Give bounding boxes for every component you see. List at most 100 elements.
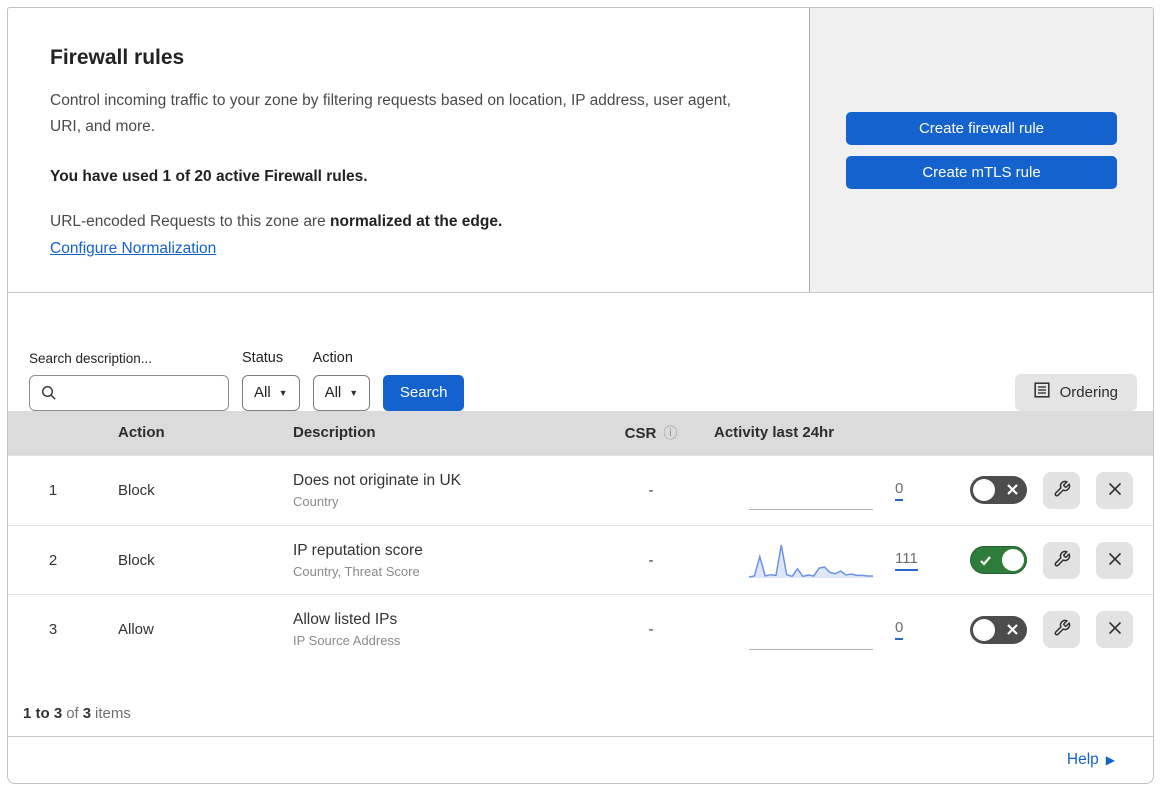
- rule-enabled-toggle[interactable]: [970, 546, 1027, 575]
- activity-sparkline-empty: [749, 470, 873, 511]
- firewall-rules-card: Firewall rules Control incoming traffic …: [7, 7, 1154, 784]
- search-group: Search description...: [29, 351, 229, 411]
- close-icon: [1107, 481, 1123, 500]
- rule-fields: IP Source Address: [293, 633, 401, 649]
- table-row: 2 Block IP reputation score Country, Thr…: [8, 524, 1153, 595]
- action-filter-group: Action All ▼: [312, 349, 371, 411]
- search-label: Search description...: [29, 350, 153, 366]
- rule-controls: [946, 541, 1153, 579]
- close-icon: [1107, 551, 1123, 570]
- help-link-label: Help: [1066, 751, 1099, 769]
- rule-description[interactable]: Does not originate in UK: [293, 472, 596, 490]
- column-activity: Activity last 24hr: [714, 424, 835, 442]
- rule-description-cell: Does not originate in UK Country: [268, 472, 596, 509]
- activity-sparkline: [749, 540, 873, 580]
- rule-activity-cell: 0: [706, 610, 946, 650]
- rule-activity-cell: 111: [706, 540, 946, 580]
- rule-priority: 3: [48, 621, 58, 639]
- filter-bar: Search description... Status All ▼ Action…: [8, 293, 1153, 411]
- toggle-knob: [973, 618, 995, 641]
- normalization-note: URL-encoded Requests to this zone are no…: [50, 213, 767, 231]
- create-firewall-rule-button[interactable]: Create firewall rule: [846, 111, 1117, 145]
- table-row: 1 Block Does not originate in UK Country…: [8, 454, 1153, 525]
- delete-rule-button[interactable]: [1096, 611, 1133, 649]
- rule-description-cell: IP reputation score Country, Threat Scor…: [268, 542, 596, 579]
- wrench-icon: [1053, 480, 1071, 501]
- toggle-off-x-icon: [1006, 483, 1019, 501]
- rule-csr-value: -: [648, 551, 654, 569]
- delete-rule-button[interactable]: [1096, 541, 1133, 579]
- status-filter-group: Status All ▼: [242, 350, 300, 411]
- action-label: Action: [312, 349, 353, 366]
- rule-description[interactable]: Allow listed IPs: [293, 611, 596, 629]
- status-label: Status: [242, 349, 284, 366]
- pagination-of: of: [66, 705, 79, 723]
- rule-description[interactable]: IP reputation score: [293, 542, 596, 560]
- rule-enabled-toggle[interactable]: [970, 615, 1027, 644]
- normalization-note-text: URL-encoded Requests to this zone are: [50, 212, 331, 230]
- table-row: 3 Allow Allow listed IPs IP Source Addre…: [8, 594, 1153, 664]
- edit-rule-button[interactable]: [1043, 471, 1080, 509]
- rule-csr-value: -: [648, 481, 654, 499]
- cta-panel: Create firewall rule Create mTLS rule: [809, 8, 1153, 293]
- search-icon: [41, 385, 57, 406]
- rule-fields: Country, Threat Score: [293, 563, 420, 579]
- column-csr-label: CSR: [624, 424, 657, 442]
- activity-count-link[interactable]: 111: [895, 550, 918, 571]
- column-csr: CSR ⓘ: [596, 423, 706, 443]
- activity-count-link[interactable]: 0: [895, 619, 904, 641]
- pagination-summary: 1 to 3 of 3 items: [8, 664, 1153, 736]
- delete-rule-button[interactable]: [1096, 471, 1133, 509]
- action-dropdown[interactable]: All ▼: [312, 374, 371, 411]
- wrench-icon: [1053, 550, 1071, 571]
- help-link[interactable]: Help ▶: [1067, 751, 1115, 769]
- rule-csr-value: -: [648, 621, 654, 639]
- column-description: Description: [293, 424, 376, 442]
- normalization-note-bold: normalized at the edge.: [330, 212, 503, 230]
- create-mtls-rule-button[interactable]: Create mTLS rule: [846, 155, 1117, 189]
- pagination-total: 3: [82, 705, 92, 723]
- rule-action: Block: [118, 551, 155, 569]
- configure-normalization-link[interactable]: Configure Normalization: [50, 240, 216, 258]
- status-dropdown-value: All: [254, 384, 271, 402]
- top-section: Firewall rules Control incoming traffic …: [8, 8, 1153, 294]
- activity-sparkline-empty: [749, 610, 873, 650]
- rule-priority: 1: [48, 481, 58, 499]
- rule-action: Allow: [118, 621, 154, 639]
- info-icon[interactable]: ⓘ: [663, 425, 677, 441]
- column-action: Action: [118, 424, 165, 442]
- ordering-button-label: Ordering: [1059, 383, 1118, 401]
- toggle-knob: [973, 479, 995, 502]
- rule-priority: 2: [48, 551, 58, 569]
- rule-enabled-toggle[interactable]: [970, 476, 1027, 505]
- action-dropdown-value: All: [324, 384, 342, 402]
- chevron-down-icon: ▼: [278, 387, 288, 398]
- edit-rule-button[interactable]: [1043, 541, 1080, 579]
- table-header: Action Description CSR ⓘ Activity last 24…: [8, 410, 1153, 455]
- rule-controls: [946, 471, 1153, 509]
- pagination-range: 1 to 3: [23, 705, 63, 723]
- toggle-on-check-icon: [979, 554, 992, 572]
- close-icon: [1107, 620, 1123, 639]
- edit-rule-button[interactable]: [1043, 611, 1080, 649]
- ordering-button[interactable]: Ordering: [1014, 373, 1137, 411]
- search-wrap: [29, 374, 229, 411]
- page-title: Firewall rules: [50, 46, 185, 69]
- rule-action: Block: [118, 481, 155, 499]
- rule-activity-cell: 0: [706, 470, 946, 511]
- wrench-icon: [1053, 619, 1071, 640]
- pagination-items: items: [95, 705, 131, 723]
- rule-description-cell: Allow listed IPs IP Source Address: [268, 611, 596, 648]
- rule-fields: Country: [293, 493, 339, 509]
- toggle-off-x-icon: [1006, 623, 1019, 641]
- intro-panel: Firewall rules Control incoming traffic …: [8, 8, 809, 293]
- usage-summary: You have used 1 of 20 active Firewall ru…: [50, 167, 368, 185]
- page-description: Control incoming traffic to your zone by…: [50, 92, 731, 136]
- search-button[interactable]: Search: [383, 374, 465, 411]
- search-description-input[interactable]: [29, 374, 229, 411]
- activity-count-link[interactable]: 0: [895, 480, 904, 501]
- rule-controls: [946, 611, 1153, 649]
- status-dropdown[interactable]: All ▼: [242, 374, 300, 411]
- ordering-icon: [1034, 382, 1050, 402]
- help-bar: Help ▶: [8, 736, 1153, 783]
